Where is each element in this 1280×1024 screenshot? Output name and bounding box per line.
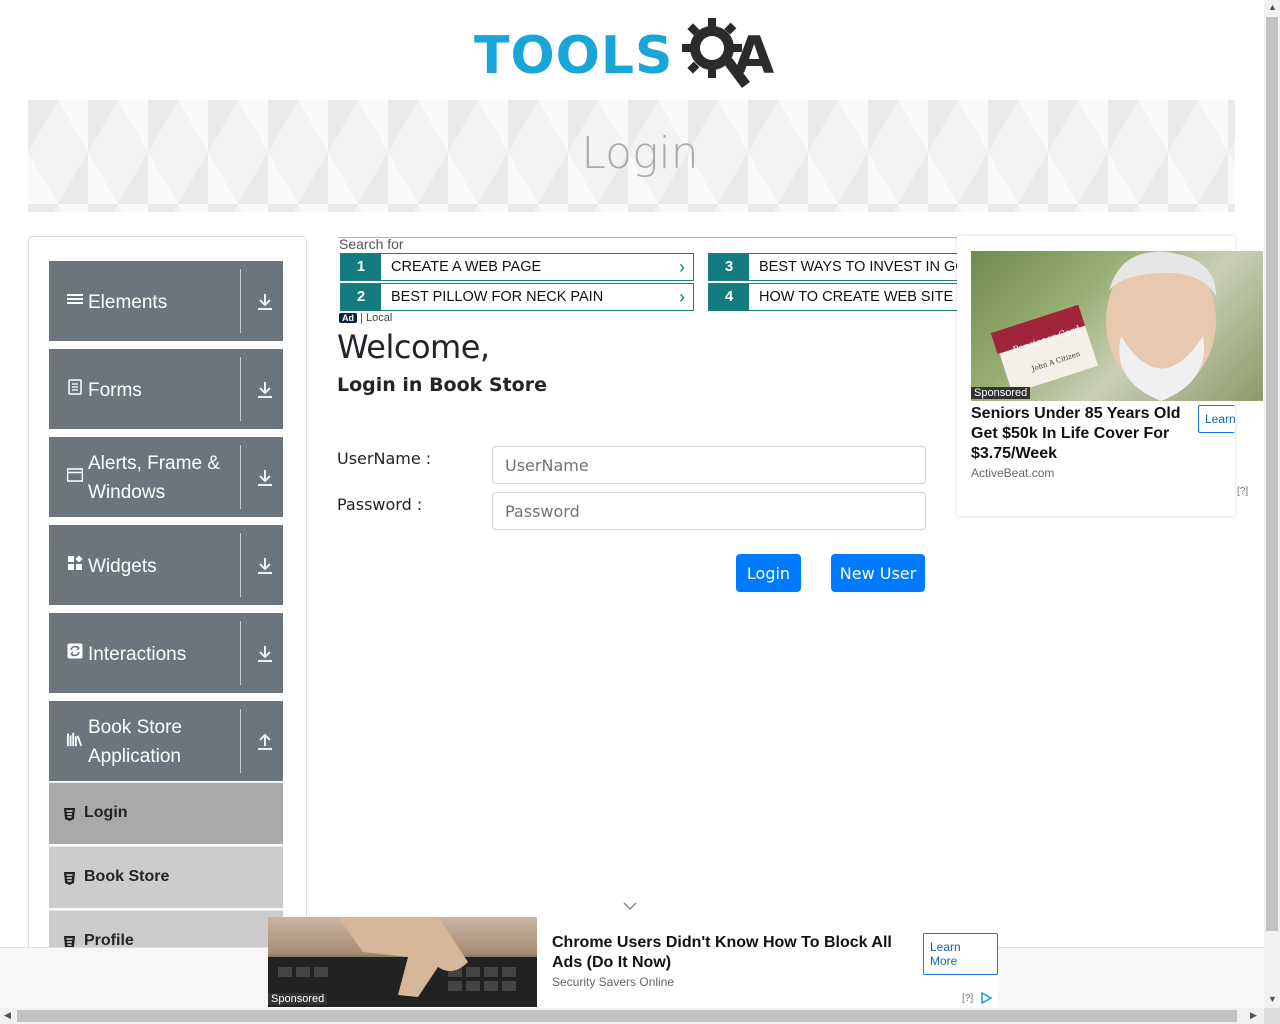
- login-button[interactable]: Login: [736, 554, 801, 592]
- search-ad-text: BEST WAYS TO INVEST IN GOLD: [759, 259, 958, 275]
- username-label: UserName :: [337, 449, 432, 468]
- welcome-heading: Welcome,: [337, 328, 490, 366]
- password-label: Password :: [337, 495, 423, 514]
- scrollbar-thumb[interactable]: [17, 1010, 1237, 1022]
- ad-source: Security Savers Online: [552, 975, 675, 989]
- sidebar-item-book-store[interactable]: Book Store: [49, 846, 283, 908]
- divider: [240, 357, 241, 421]
- sidebar-item-label: Book Store: [84, 868, 170, 885]
- search-ad-link[interactable]: 1 CREATE A WEB PAGE ›: [340, 253, 694, 281]
- download-icon: [258, 382, 272, 398]
- sidebar-group-label: Alerts, Frame & Windows: [88, 453, 220, 503]
- search-ad-number: 3: [709, 254, 749, 280]
- search-ad-link[interactable]: 2 BEST PILLOW FOR NECK PAIN ›: [340, 283, 694, 311]
- ad-local-label: | Local: [360, 312, 393, 324]
- ad-badge: Ad: [339, 313, 357, 323]
- ad-title[interactable]: Seniors Under 85 Years Old Get $50k In L…: [971, 404, 1186, 464]
- ad-help-icon[interactable]: [?]: [1237, 486, 1248, 497]
- sidebar-group-label: Forms: [88, 380, 142, 401]
- download-icon: [258, 558, 272, 574]
- scroll-down-icon[interactable]: ▼: [1268, 994, 1277, 1004]
- sidebar-group-alerts[interactable]: Alerts, Frame & Windows: [49, 437, 283, 517]
- horizontal-scrollbar[interactable]: ◀ ▶: [0, 1008, 1264, 1024]
- refresh-icon: [67, 643, 83, 659]
- widgets-icon: [68, 555, 83, 570]
- scrollbar-thumb[interactable]: [1266, 17, 1278, 931]
- password-input[interactable]: [492, 492, 926, 530]
- sidebar-group-label: Interactions: [88, 644, 187, 665]
- chevron-right-icon: ›: [679, 257, 685, 277]
- sponsored-tag: Sponsored: [268, 993, 328, 1005]
- sidebar-group-label: Elements: [88, 292, 168, 313]
- upload-icon: [258, 733, 272, 750]
- sidebar-item-login[interactable]: Login: [49, 782, 283, 844]
- download-icon: [258, 294, 272, 310]
- ad-choices[interactable]: Ad | Local: [339, 312, 392, 324]
- search-ad-link[interactable]: 3 BEST WAYS TO INVEST IN GOLD: [708, 253, 958, 281]
- sidebar-group-widgets[interactable]: Widgets: [49, 525, 283, 605]
- sidebar-group-label: Book Store Application: [88, 717, 182, 767]
- divider: [240, 709, 241, 773]
- divider: [240, 533, 241, 597]
- scroll-right-icon[interactable]: ▶: [1250, 1010, 1257, 1021]
- sidebar-group-book-store[interactable]: Book Store Application: [49, 701, 283, 781]
- username-input[interactable]: [492, 446, 926, 484]
- scrollbar-corner: [1264, 1008, 1280, 1024]
- vertical-scrollbar[interactable]: ▲ ▼: [1264, 0, 1280, 1008]
- ad-image[interactable]: Sponsored: [268, 917, 537, 1007]
- books-icon: [67, 732, 83, 747]
- document-icon: [68, 379, 82, 395]
- search-ad-text: CREATE A WEB PAGE: [391, 259, 542, 275]
- chevron-right-icon: ›: [679, 287, 685, 307]
- sidebar-group-interactions[interactable]: Interactions: [49, 613, 283, 693]
- search-ad-number: 2: [341, 284, 381, 310]
- divider: [338, 237, 958, 238]
- sidebar-group-elements[interactable]: Elements: [49, 261, 283, 341]
- sidebar-group-forms[interactable]: Forms: [49, 349, 283, 429]
- search-ads-heading: Search for: [339, 236, 404, 252]
- search-ad-text: BEST PILLOW FOR NECK PAIN: [391, 289, 604, 305]
- hamburger-icon: [67, 294, 83, 304]
- sidebar-group-label: Widgets: [88, 556, 157, 577]
- divider: [240, 445, 241, 509]
- download-icon: [258, 470, 272, 486]
- bottom-ad[interactable]: Sponsored Chrome Users Didn't Know How T…: [268, 917, 998, 1009]
- side-ad[interactable]: Pensioner Card John A Citizen Sponsored …: [957, 236, 1263, 516]
- ad-source: ActiveBeat.com: [971, 466, 1055, 480]
- window-icon: [67, 468, 83, 482]
- ad-help-icon[interactable]: [?]: [962, 993, 973, 1004]
- search-ad-number: 1: [341, 254, 381, 280]
- learn-more-button[interactable]: Learn More: [1198, 405, 1235, 433]
- html5-icon: [64, 808, 75, 821]
- logo-suffix: A: [734, 26, 775, 86]
- html5-icon: [64, 872, 75, 885]
- chevron-down-icon[interactable]: [622, 900, 638, 912]
- new-user-button[interactable]: New User: [831, 554, 925, 592]
- search-ad-text: HOW TO CREATE WEB SITE: [759, 289, 954, 305]
- divider: [240, 621, 241, 685]
- divider: [240, 269, 241, 333]
- logo-text: TOOLS: [474, 26, 674, 86]
- ad-photo: Pensioner Card John A Citizen: [990, 251, 1216, 401]
- toolsqa-logo[interactable]: TOOLS A: [470, 14, 800, 94]
- page-title: Login: [581, 128, 699, 179]
- scroll-up-icon[interactable]: ▲: [1268, 2, 1277, 12]
- ad-title[interactable]: Chrome Users Didn't Know How To Block Al…: [552, 933, 902, 973]
- learn-more-button[interactable]: Learn More: [923, 933, 998, 975]
- login-subtitle: Login in Book Store: [337, 374, 547, 396]
- search-ad-number: 4: [709, 284, 749, 310]
- sidebar-item-label: Login: [84, 804, 128, 821]
- adchoices-icon[interactable]: [980, 992, 994, 1004]
- sponsored-tag: Sponsored: [971, 387, 1031, 399]
- search-ad-link[interactable]: 4 HOW TO CREATE WEB SITE: [708, 283, 958, 311]
- download-icon: [258, 646, 272, 662]
- ad-image[interactable]: Pensioner Card John A Citizen Sponsored: [971, 251, 1263, 401]
- scroll-left-icon[interactable]: ◀: [4, 1010, 11, 1021]
